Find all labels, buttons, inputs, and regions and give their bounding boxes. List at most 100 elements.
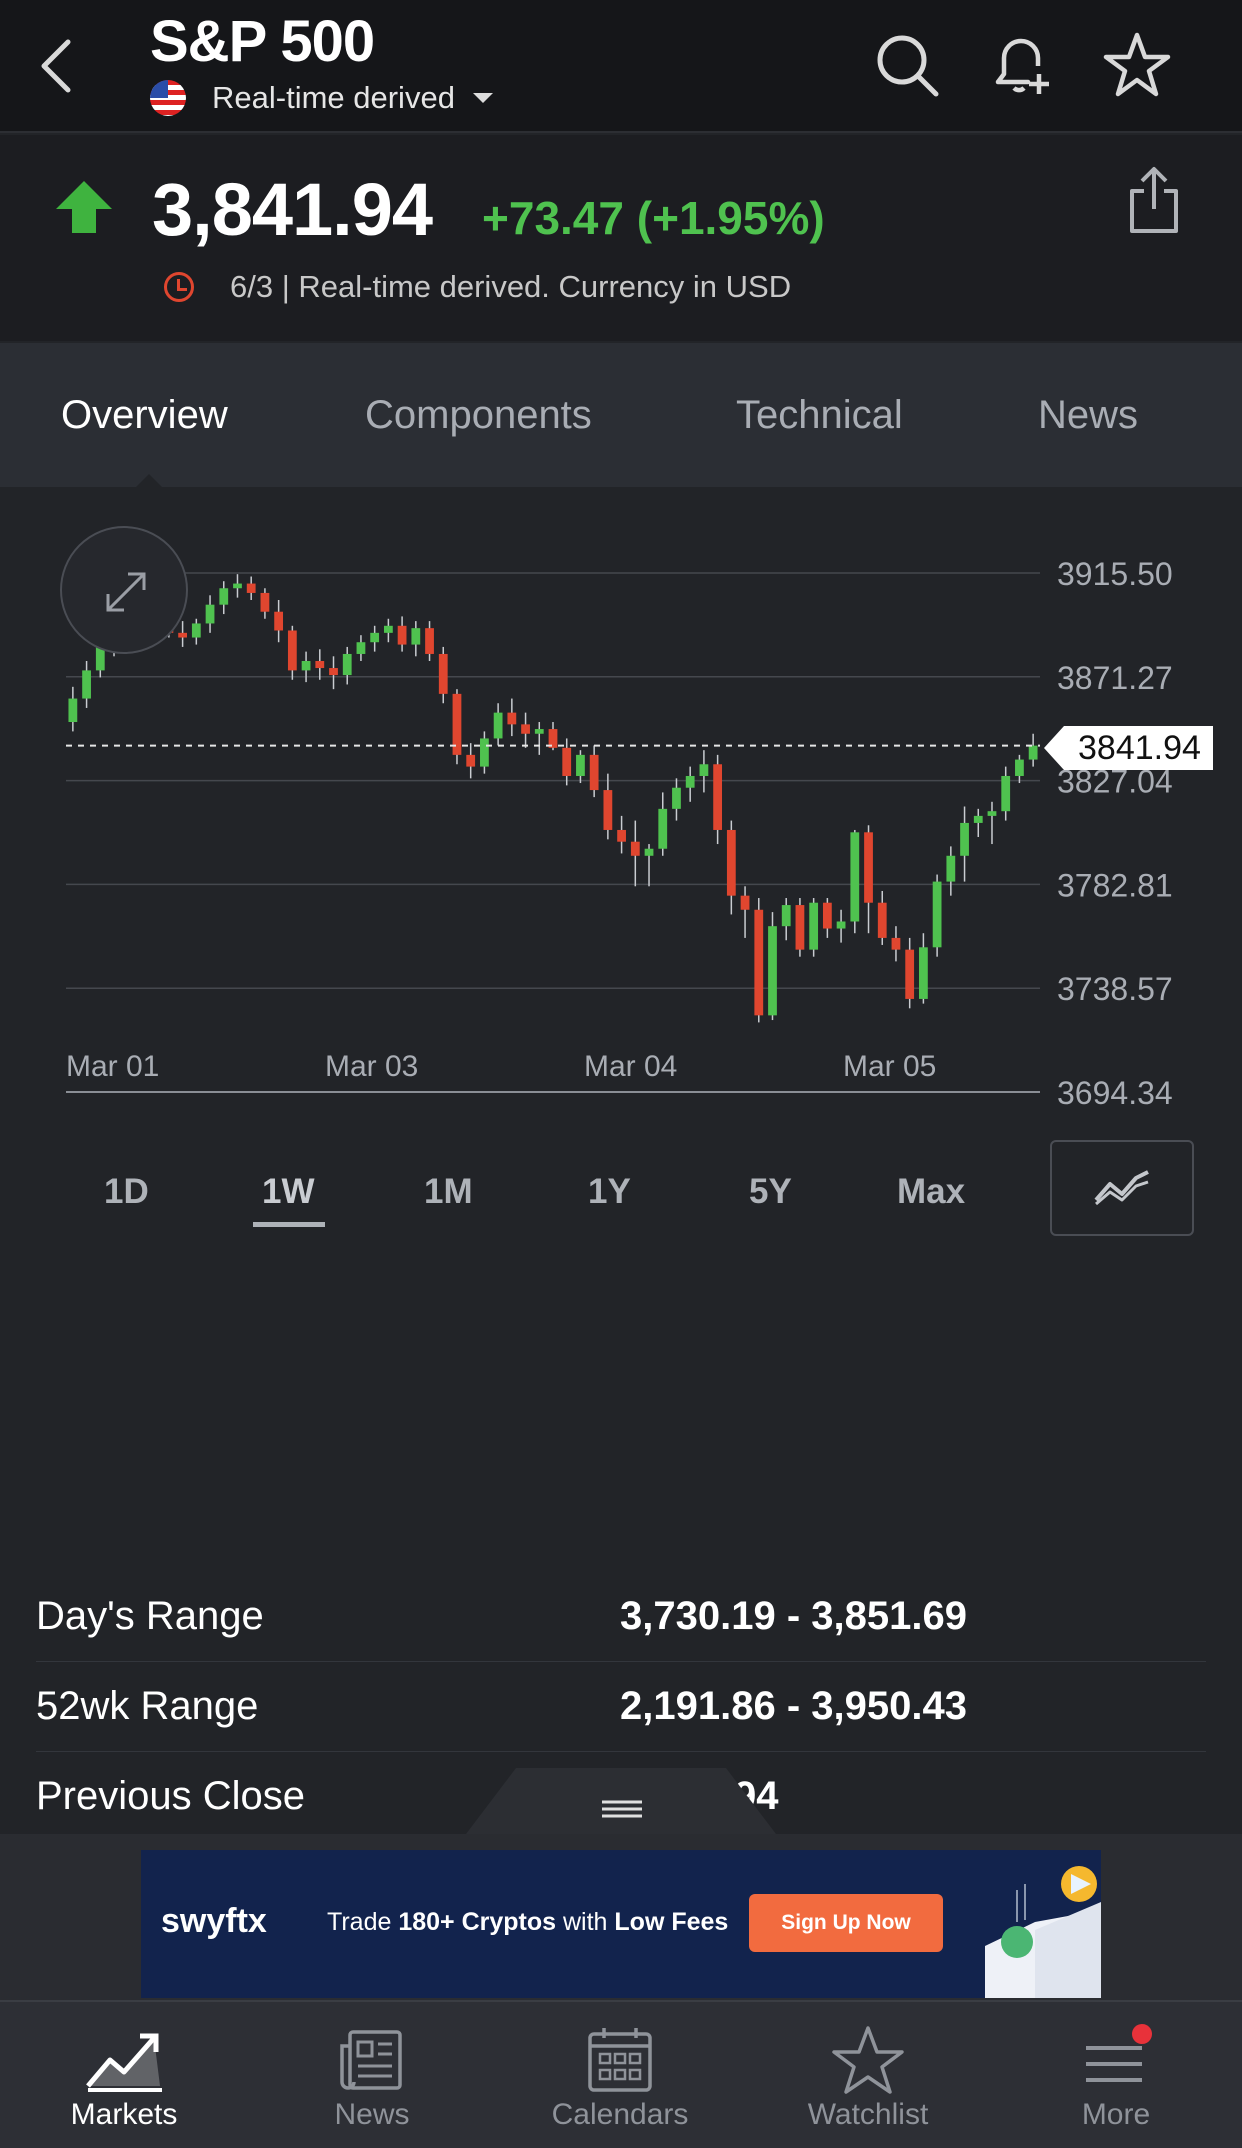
advertisement-banner[interactable]: swyftx Trade 180+ Cryptos with Low Fees … bbox=[141, 1850, 1101, 1998]
us-flag-icon bbox=[150, 80, 186, 116]
stat-row-52wk-range: 52wk Range 2,191.86 - 3,950.43 bbox=[36, 1664, 1206, 1752]
tab-news[interactable]: News bbox=[1038, 393, 1138, 438]
tab-technical[interactable]: Technical bbox=[736, 393, 903, 438]
last-price: 3,841.94 bbox=[152, 168, 433, 251]
expand-icon bbox=[106, 572, 146, 612]
candle-body bbox=[713, 764, 723, 830]
candle-body bbox=[864, 832, 873, 903]
candle-body bbox=[233, 583, 242, 589]
quote-header: 3,841.94 +73.47 (+1.95%) 6/3 | Real-time… bbox=[0, 135, 1242, 341]
tab-bar: Overview Components Technical News bbox=[0, 343, 1242, 488]
candle-body bbox=[466, 754, 476, 767]
period-1w[interactable]: 1W bbox=[262, 1172, 315, 1212]
candle-body bbox=[672, 787, 681, 809]
candle-body bbox=[438, 653, 448, 694]
candle-body bbox=[685, 775, 695, 788]
price-chart[interactable]: 3915.50 3871.27 3827.04 3782.81 3738.57 3694.… bbox=[0, 490, 1242, 1130]
candle-body bbox=[877, 902, 887, 938]
candle-body bbox=[191, 623, 201, 638]
candle-body bbox=[973, 815, 983, 823]
x-tick-label: Mar 01 bbox=[66, 1050, 159, 1083]
bottom-nav: Markets News Calendars Watchlist More bbox=[0, 2000, 1242, 2148]
candle-body bbox=[699, 764, 709, 776]
candle-body bbox=[260, 592, 270, 612]
active-tab-indicator bbox=[135, 474, 163, 488]
candle-body bbox=[480, 738, 489, 767]
candle-body bbox=[754, 909, 764, 1016]
candle-body bbox=[493, 712, 503, 739]
candle-body bbox=[891, 937, 901, 950]
candle-body bbox=[411, 628, 421, 645]
candle-body bbox=[521, 724, 530, 734]
nav-label: More bbox=[1081, 2098, 1151, 2131]
x-tick-label: Mar 05 bbox=[843, 1050, 936, 1083]
candle-body bbox=[726, 829, 736, 896]
candle-body bbox=[1001, 775, 1011, 812]
quote-meta: 6/3 | Real-time derived. Currency in USD bbox=[164, 269, 791, 305]
up-arrow-icon bbox=[56, 181, 112, 233]
candle-body bbox=[809, 902, 819, 950]
search-icon[interactable] bbox=[872, 30, 942, 100]
period-1y[interactable]: 1Y bbox=[588, 1172, 631, 1212]
candle-body bbox=[987, 811, 997, 816]
candle-body bbox=[329, 668, 338, 676]
tab-components[interactable]: Components bbox=[365, 393, 592, 438]
candle-body bbox=[562, 747, 572, 776]
ad-logo: swyftx bbox=[161, 1902, 267, 1940]
candle-body bbox=[219, 588, 229, 605]
nav-news[interactable]: News bbox=[248, 2002, 496, 2148]
data-source-selector[interactable]: Real-time derived bbox=[150, 80, 493, 116]
candle-body bbox=[425, 628, 434, 654]
back-icon[interactable] bbox=[36, 36, 76, 96]
tab-overview[interactable]: Overview bbox=[61, 393, 228, 438]
calendar-icon bbox=[588, 2028, 652, 2092]
period-1d[interactable]: 1D bbox=[104, 1172, 149, 1212]
line-chart-icon bbox=[1094, 1170, 1149, 1206]
period-selector: 1D 1W 1M 1Y 5Y Max bbox=[0, 1140, 1242, 1240]
y-tick-label: 3782.81 bbox=[1057, 867, 1173, 903]
candle-body bbox=[768, 926, 777, 1016]
candle-body bbox=[383, 625, 393, 633]
y-tick-label: 3915.50 bbox=[1057, 556, 1173, 592]
notification-dot bbox=[1132, 2024, 1152, 2044]
star-icon[interactable] bbox=[1102, 30, 1172, 100]
nav-more[interactable]: More bbox=[992, 2002, 1240, 2148]
news-icon bbox=[340, 2030, 402, 2090]
candle-body bbox=[905, 949, 915, 999]
share-icon[interactable] bbox=[1126, 165, 1182, 235]
price-change: +73.47 (+1.95%) bbox=[482, 192, 825, 244]
expand-chart-button[interactable] bbox=[60, 526, 188, 654]
candle-body bbox=[946, 855, 956, 882]
candle-body bbox=[1028, 745, 1038, 760]
candle-body bbox=[274, 611, 284, 631]
nav-calendars[interactable]: Calendars bbox=[496, 2002, 744, 2148]
period-max[interactable]: Max bbox=[897, 1172, 965, 1212]
candle-body bbox=[534, 729, 544, 734]
candle-body bbox=[850, 832, 860, 922]
nav-label: Markets bbox=[70, 2098, 178, 2131]
candle-body bbox=[68, 698, 78, 723]
stat-label: Day's Range bbox=[36, 1594, 264, 1638]
active-period-indicator bbox=[253, 1222, 325, 1227]
period-1m[interactable]: 1M bbox=[424, 1172, 473, 1212]
bell-plus-icon[interactable] bbox=[986, 30, 1056, 100]
period-5y[interactable]: 5Y bbox=[749, 1172, 792, 1212]
chart-type-button[interactable] bbox=[1050, 1140, 1194, 1236]
candle-body bbox=[617, 829, 626, 842]
ad-artwork bbox=[985, 1866, 1101, 1998]
clock-icon bbox=[164, 272, 194, 302]
markets-icon bbox=[86, 2033, 162, 2092]
nav-watchlist[interactable]: Watchlist bbox=[744, 2002, 992, 2148]
candle-body bbox=[919, 947, 928, 999]
ad-sign-up-button[interactable]: Sign Up Now bbox=[749, 1894, 943, 1952]
x-tick-label: Mar 04 bbox=[584, 1050, 677, 1083]
nav-markets[interactable]: Markets bbox=[0, 2002, 248, 2148]
stat-row-days-range: Day's Range 3,730.19 - 3,851.69 bbox=[36, 1574, 1206, 1662]
candle-body bbox=[740, 895, 750, 910]
candle-body bbox=[836, 921, 846, 929]
candle-body bbox=[315, 661, 325, 669]
candle-body bbox=[370, 632, 380, 643]
candle-body bbox=[589, 754, 599, 791]
drawer-handle[interactable] bbox=[466, 1768, 776, 1834]
nav-label: Calendars bbox=[551, 2098, 689, 2131]
